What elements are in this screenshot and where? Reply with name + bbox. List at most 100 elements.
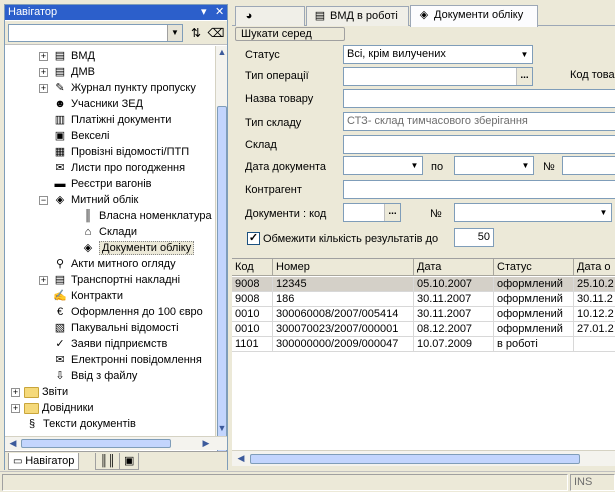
operation-type-field[interactable]: ... [343,67,533,86]
eraser-icon[interactable]: ⌫ [206,23,226,43]
tree-item[interactable]: ▦ Провізні відомості/ПТП [39,144,189,160]
date-from-picker[interactable]: ▼ [343,156,423,175]
column-header[interactable]: Дата [414,259,494,276]
tree-item[interactable]: ⌂ Склади [67,224,137,240]
expand-icon[interactable]: + [39,51,48,61]
chevron-down-icon[interactable]: ▼ [407,157,422,174]
navigator-horizontal-scrollbar[interactable]: ◀ ▶ [5,436,227,450]
counterparty-input[interactable] [343,180,615,199]
browse-button[interactable]: ... [516,68,532,85]
scroll-down-icon[interactable]: ▼ [215,422,229,434]
table-cell: 30.11.2007 [414,307,494,322]
tree-item[interactable]: § Тексти документів [11,416,136,432]
tab-eugenia[interactable]: ◕Eugenia [235,6,305,40]
scrollbar-thumb[interactable] [217,106,227,456]
search-existing-button[interactable]: Шукати серед існуючих [235,27,345,52]
documents-number-select[interactable]: ▼ [454,203,612,222]
limit-checkbox[interactable]: ✓ [247,232,260,245]
tree-item[interactable]: ☻ Учасники ЗЕД [39,96,143,112]
table-cell: оформлений [494,292,574,307]
tab-accounting-documents[interactable]: ◈ Документи обліку [410,5,538,27]
table-row[interactable]: 9008 186 30.11.2007 оформлений 30.11.2 [232,292,615,307]
chevron-down-icon[interactable]: ▼ [518,157,533,174]
tab-label: Документи обліку [434,9,524,21]
tree-item[interactable]: ✉ Листи про погодження [39,160,185,176]
tab-print[interactable]: ▣ [119,453,140,470]
scrollbar-thumb[interactable] [21,439,171,448]
chevron-down-icon[interactable]: ▼ [517,46,532,63]
status-select[interactable]: Всі, крім вилучених ▼ [343,45,533,64]
table-cell: 12345 [273,277,414,292]
warehouse-input[interactable] [343,135,615,154]
tree-item[interactable]: ⇩ Ввід з файлу [39,368,137,384]
navigator-filter-combo[interactable]: ▼ [8,24,183,42]
documents-code-field[interactable]: ... [343,203,401,222]
sort-icon[interactable]: ⇅ [186,23,206,43]
tree-item[interactable]: ✉ Електронні повідомлення [39,352,201,368]
navigator-tab-icon: ▭ [13,456,26,467]
expand-icon[interactable]: + [11,387,20,397]
tree-item[interactable]: ✓ Заяви підприємств [39,336,167,352]
scroll-right-icon[interactable]: ▶ [199,437,213,449]
chevron-down-icon[interactable]: ▼ [596,204,611,221]
goods-name-input[interactable] [343,89,615,108]
expand-icon[interactable]: + [11,403,20,413]
tree-item[interactable]: − ◈ Митний облік [39,192,138,208]
table-row[interactable]: 1101 300000000/2009/000047 10.07.2009 в роб… [232,337,615,352]
scroll-left-icon[interactable]: ◀ [234,452,248,464]
tree-item[interactable]: ▧ Пакувальні відомості [39,320,179,336]
browse-button[interactable]: ... [384,204,400,221]
dropdown-menu-icon[interactable]: ▾ [201,5,207,20]
table-cell: 0010 [232,322,273,337]
tree-item[interactable]: ⚲ Акти митного огляду [39,256,176,272]
tree-item[interactable]: ◈ Документи обліку [67,240,195,256]
tree-item[interactable]: + ▤ ДМВ [39,64,95,80]
warehouse-type-field[interactable]: СТЗ- склад тимчасового зберігання [343,112,615,131]
tree-item-label: Пакувальні відомості [71,322,179,334]
tree-item[interactable]: + Звіти [11,384,68,400]
expand-icon[interactable]: + [39,83,48,93]
tree-item[interactable]: + ✎ Журнал пункту пропуску [39,80,196,96]
table-row[interactable]: 0010 300070023/2007/000001 08.12.2007 оформ… [232,322,615,337]
scrollbar-thumb[interactable] [250,454,580,464]
navigator-vertical-scrollbar[interactable]: ▲ ▼ [215,46,229,456]
date-to-picker[interactable]: ▼ [454,156,534,175]
tree-item[interactable]: + ▤ Транспортні накладні [39,272,180,288]
tree-item-label: Учасники ЗЕД [71,98,143,110]
tree-item[interactable]: ▥ Платіжні документи [39,112,172,128]
tree-item-label: Митний облік [71,194,139,206]
table-cell: оформлений [494,277,574,292]
number-input[interactable] [562,156,615,175]
column-header[interactable]: Номер [273,259,414,276]
collapse-icon[interactable]: − [39,195,48,205]
tree-item[interactable]: ▬ Реєстри вагонів [39,176,152,192]
tab-navigator[interactable]: ▭ Навігатор [8,453,80,470]
table-row[interactable]: 9008 12345 05.10.2007 оформлений 25.10.2 [232,277,615,292]
table-row[interactable]: 0010 300060008/2007/005414 30.11.2007 оформ… [232,307,615,322]
tree-item-label: Оформлення до 100 євро [71,306,203,318]
eugenia-icon: ◕ [245,10,253,22]
scroll-up-icon[interactable]: ▲ [215,46,229,58]
expand-icon[interactable]: + [39,67,48,77]
results-horizontal-scrollbar[interactable]: ◀ [232,450,615,466]
limit-input[interactable]: 50 [454,228,494,247]
tab-barcode[interactable]: ║║ [95,453,121,470]
column-header[interactable]: Статус [494,259,574,276]
tree-item[interactable]: ║ Власна номенклатура [67,208,211,224]
customs-icon: ◈ [419,9,429,21]
tab-declarations-in-work[interactable]: ▤ ВМД в роботі [306,6,409,26]
tree-item[interactable]: ✍ Контракти [39,288,123,304]
column-header[interactable]: Код [232,259,273,276]
tree-item[interactable]: € Оформлення до 100 євро [39,304,203,320]
document-icon: ▤ [314,10,326,22]
tree-item[interactable]: + Довідники [11,400,94,416]
column-header[interactable]: Дата о [574,259,615,276]
close-icon[interactable]: ✕ [215,5,224,20]
warehouse-type-label: Тип складу [245,117,302,129]
scroll-left-icon[interactable]: ◀ [6,437,20,449]
chevron-down-icon[interactable]: ▼ [167,25,182,41]
tree-item[interactable]: + ▤ ВМД [39,48,95,64]
tree-item[interactable]: ▣ Векселі [39,128,110,144]
expand-icon[interactable]: + [39,275,48,285]
table-cell: 27.01.2 [574,322,615,337]
